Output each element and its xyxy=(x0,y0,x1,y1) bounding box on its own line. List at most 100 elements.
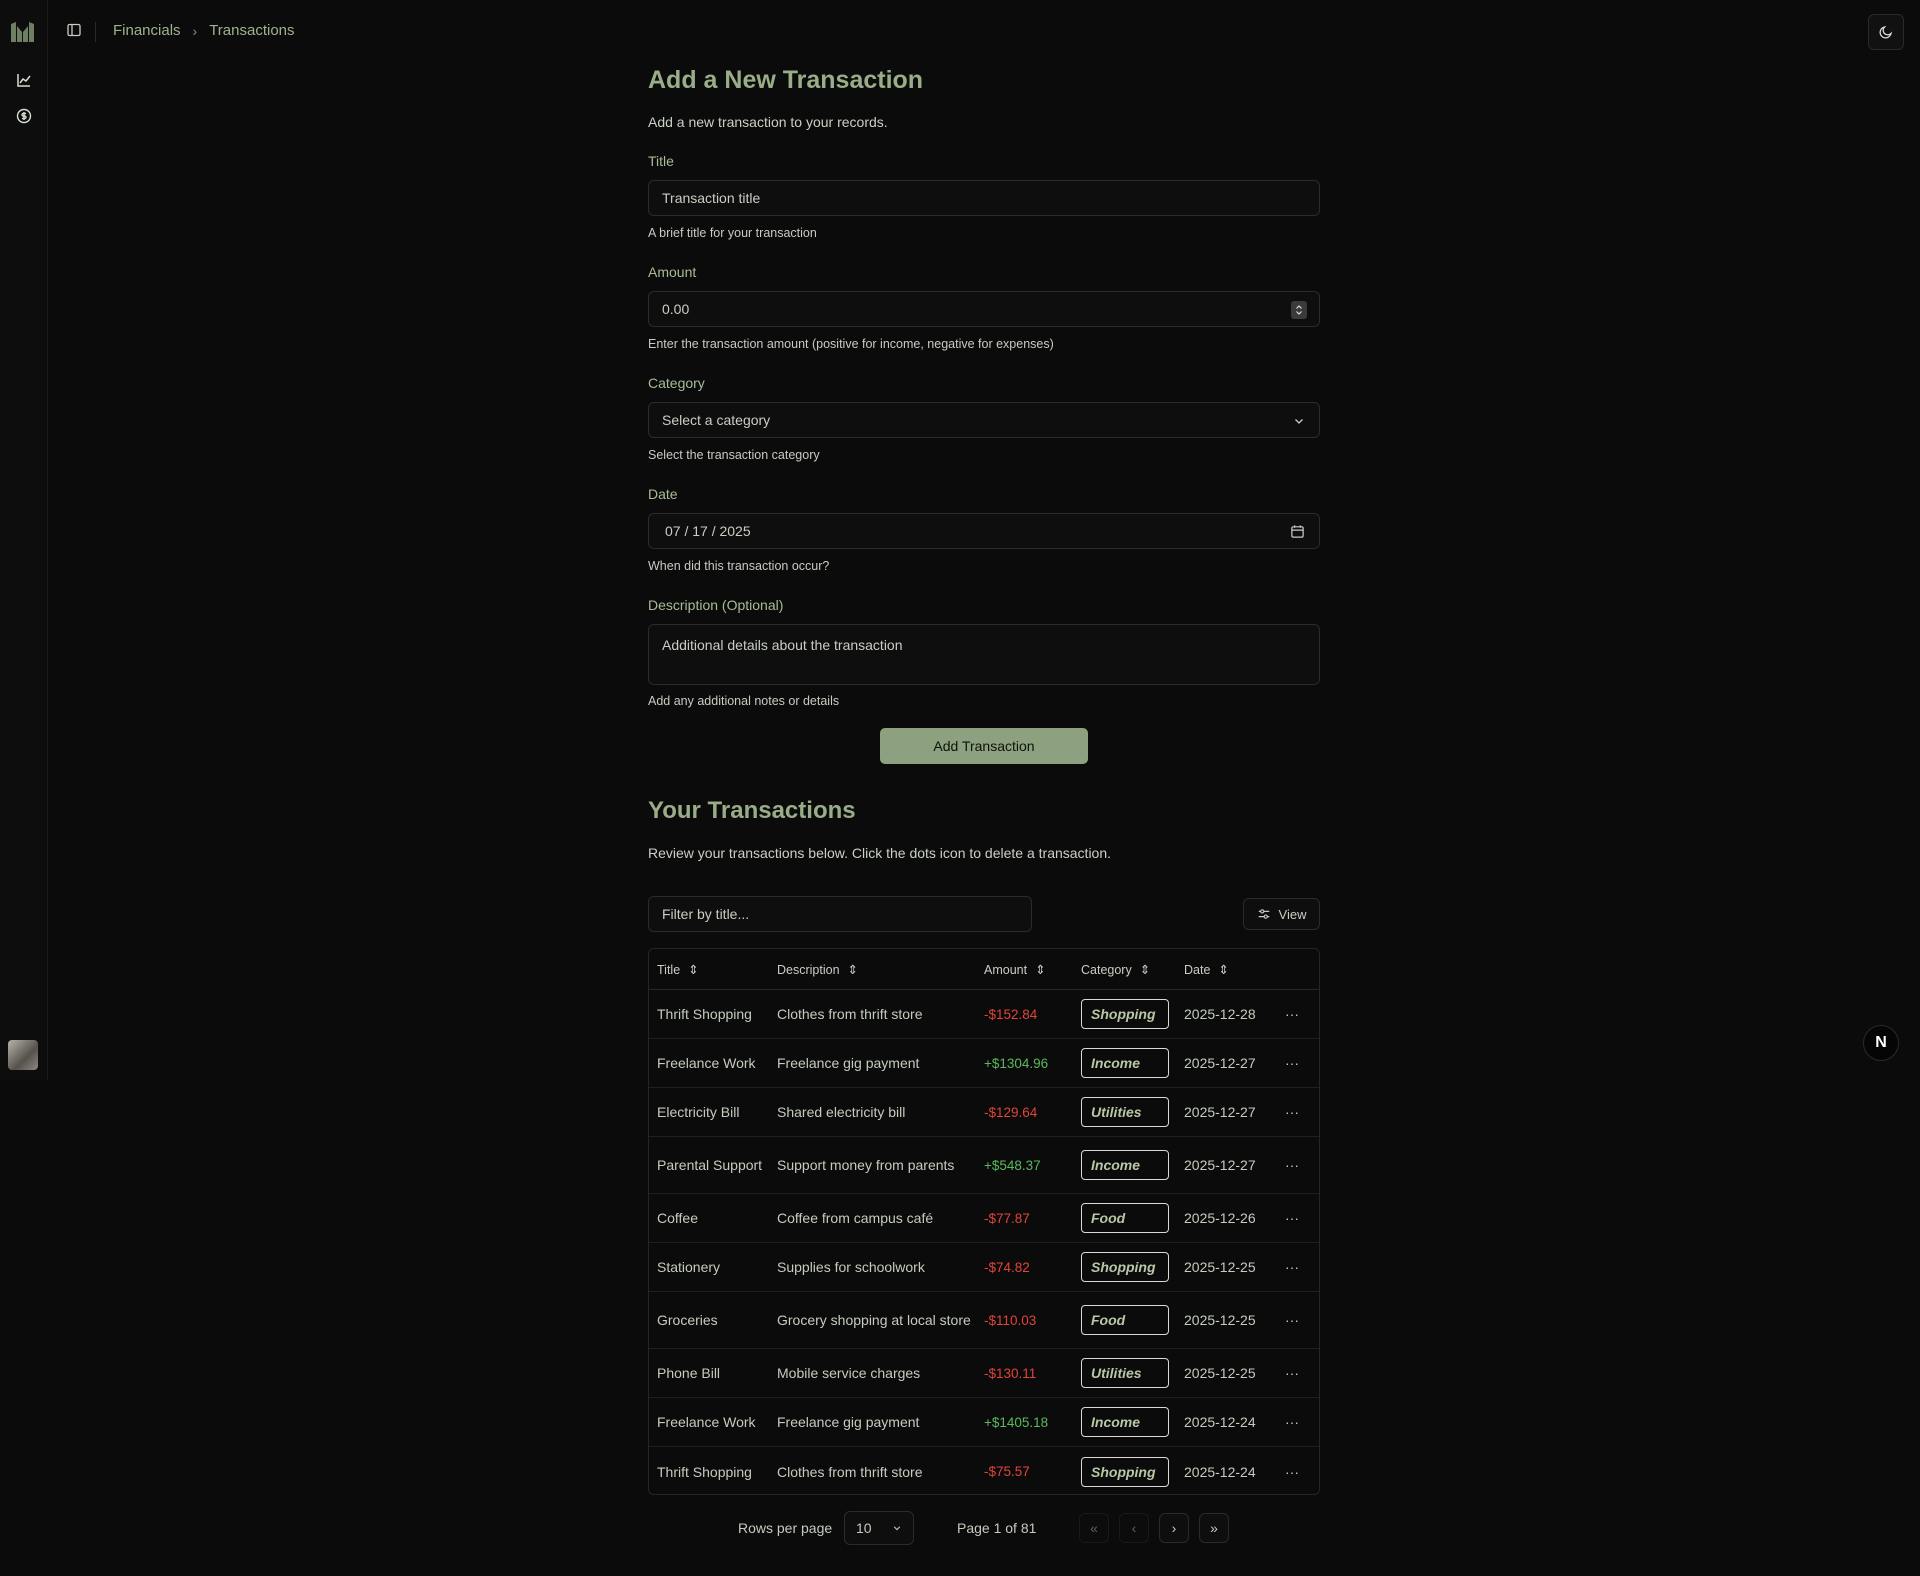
row-description: Clothes from thrift store xyxy=(777,1006,923,1022)
row-description: Supplies for schoolwork xyxy=(777,1259,925,1275)
table-header: Title ⇕ Description ⇕ Amount ⇕ Category … xyxy=(649,949,1319,990)
row-category: Income xyxy=(1081,1137,1169,1193)
row-description: Clothes from thrift store xyxy=(777,1463,923,1480)
row-actions-button[interactable]: ··· xyxy=(1279,1349,1305,1397)
pagination: Rows per page 10 Page 1 of 81 « ‹ › » xyxy=(648,1510,1320,1546)
rows-per-page-select[interactable]: 10 xyxy=(844,1511,914,1545)
row-actions-button[interactable]: ··· xyxy=(1279,1243,1305,1291)
rows-per-page-label: Rows per page xyxy=(738,1520,833,1536)
row-actions-button[interactable]: ··· xyxy=(1279,1292,1305,1348)
row-description: Freelance gig payment xyxy=(777,1414,920,1430)
row-actions-button[interactable]: ··· xyxy=(1279,1039,1305,1087)
add-transaction-button[interactable]: Add Transaction xyxy=(880,728,1088,764)
dollar-circle-icon[interactable] xyxy=(14,106,34,126)
column-header-title[interactable]: Title ⇕ xyxy=(657,949,699,990)
last-page-button[interactable]: » xyxy=(1199,1513,1229,1543)
amount-help: Enter the transaction amount (positive f… xyxy=(648,337,1054,351)
row-title: Stationery xyxy=(657,1259,721,1275)
row-title: Groceries xyxy=(657,1312,718,1328)
date-help: When did this transaction occur? xyxy=(648,559,830,573)
table-row: Groceries Grocery shopping at local store… xyxy=(649,1292,1319,1349)
column-title-label: Title xyxy=(657,962,681,977)
sort-icon: ⇕ xyxy=(1035,963,1046,977)
title-input[interactable] xyxy=(662,190,1306,206)
breadcrumb: Financials › Transactions xyxy=(113,22,295,39)
category-label: Category xyxy=(648,375,705,391)
row-amount: +$1304.96 xyxy=(984,1055,1049,1071)
table-row: Phone Bill Mobile service charges -$130.11… xyxy=(649,1349,1319,1398)
table-row: Thrift Shopping Clothes from thrift store… xyxy=(649,990,1319,1039)
description-field[interactable] xyxy=(648,624,1320,685)
row-title: Phone Bill xyxy=(657,1365,721,1381)
row-category: Food xyxy=(1081,1194,1169,1242)
row-amount: -$75.57 xyxy=(984,1464,1030,1479)
more-dots-icon: ··· xyxy=(1285,1365,1299,1381)
date-label: Date xyxy=(648,486,678,502)
column-header-date[interactable]: Date ⇕ xyxy=(1184,949,1229,990)
next-page-button[interactable]: › xyxy=(1159,1513,1189,1543)
double-chevron-right-icon: » xyxy=(1210,1520,1218,1536)
theme-toggle-button[interactable] xyxy=(1868,14,1904,50)
date-field[interactable]: 07 / 17 / 2025 xyxy=(648,513,1320,549)
column-amount-label: Amount xyxy=(984,962,1028,977)
app-sidebar xyxy=(0,0,48,1080)
row-title: Thrift Shopping xyxy=(657,1463,752,1480)
calendar-icon[interactable] xyxy=(1290,524,1305,539)
row-category: Utilities xyxy=(1081,1349,1169,1397)
row-actions-button[interactable]: ··· xyxy=(1279,1088,1305,1136)
view-options-button[interactable]: View xyxy=(1243,898,1320,930)
row-category: Shopping xyxy=(1081,1243,1169,1291)
row-description: Support money from parents xyxy=(777,1157,955,1173)
more-dots-icon: ··· xyxy=(1285,1157,1299,1173)
chart-icon[interactable] xyxy=(14,70,34,90)
description-textarea[interactable] xyxy=(662,637,1306,669)
chevron-right-icon: › xyxy=(192,22,198,39)
amount-input[interactable] xyxy=(662,301,1306,317)
row-actions-button[interactable]: ··· xyxy=(1279,1137,1305,1193)
breadcrumb-financials[interactable]: Financials xyxy=(113,22,181,39)
table-row: Thrift Shopping Clothes from thrift store… xyxy=(649,1447,1319,1494)
double-chevron-left-icon: « xyxy=(1090,1520,1098,1536)
row-actions-button[interactable]: ··· xyxy=(1279,1194,1305,1242)
filter-field[interactable] xyxy=(648,896,1032,932)
first-page-button[interactable]: « xyxy=(1079,1513,1109,1543)
sort-icon: ⇕ xyxy=(688,963,699,977)
row-actions-button[interactable]: ··· xyxy=(1279,1447,1305,1494)
app-logo[interactable] xyxy=(9,20,37,44)
breadcrumb-transactions[interactable]: Transactions xyxy=(209,22,294,39)
row-description: Grocery shopping at local store xyxy=(777,1312,971,1328)
amount-field[interactable] xyxy=(648,291,1320,327)
row-description: Mobile service charges xyxy=(777,1365,921,1381)
row-actions-button[interactable]: ··· xyxy=(1279,990,1305,1038)
row-actions-button[interactable]: ··· xyxy=(1279,1398,1305,1446)
sort-icon: ⇕ xyxy=(1139,963,1151,977)
chevron-right-icon: › xyxy=(1171,1520,1177,1536)
more-dots-icon: ··· xyxy=(1285,1259,1299,1275)
category-select[interactable]: Select a category xyxy=(648,402,1320,438)
row-date: 2025-12-26 xyxy=(1184,1210,1256,1226)
user-avatar[interactable] xyxy=(8,1040,38,1070)
table-row: Freelance Work Freelance gig payment +$140… xyxy=(649,1398,1319,1447)
category-badge: Shopping xyxy=(1081,1456,1169,1487)
sidebar-toggle-icon[interactable] xyxy=(66,22,86,42)
row-description: Freelance gig payment xyxy=(777,1055,920,1071)
category-placeholder: Select a category xyxy=(662,412,771,428)
row-category: Income xyxy=(1081,1039,1169,1087)
row-date: 2025-12-24 xyxy=(1184,1463,1256,1480)
row-amount: -$110.03 xyxy=(984,1312,1037,1328)
row-amount: -$77.87 xyxy=(984,1210,1030,1226)
more-dots-icon: ··· xyxy=(1285,1463,1299,1480)
column-header-amount[interactable]: Amount ⇕ xyxy=(984,949,1046,990)
column-header-category[interactable]: Category ⇕ xyxy=(1081,949,1150,990)
filter-input[interactable] xyxy=(662,906,1018,922)
previous-page-button[interactable]: ‹ xyxy=(1119,1513,1149,1543)
dev-tools-badge[interactable]: N xyxy=(1863,1025,1899,1061)
date-value[interactable]: 07 / 17 / 2025 xyxy=(665,523,751,539)
category-badge: Income xyxy=(1081,1407,1169,1437)
row-amount: -$129.64 xyxy=(984,1104,1038,1120)
row-date: 2025-12-27 xyxy=(1184,1157,1256,1173)
amount-stepper[interactable] xyxy=(1291,301,1307,319)
title-field[interactable] xyxy=(648,180,1320,216)
category-badge: Shopping xyxy=(1081,999,1169,1029)
column-header-description[interactable]: Description ⇕ xyxy=(777,949,858,990)
